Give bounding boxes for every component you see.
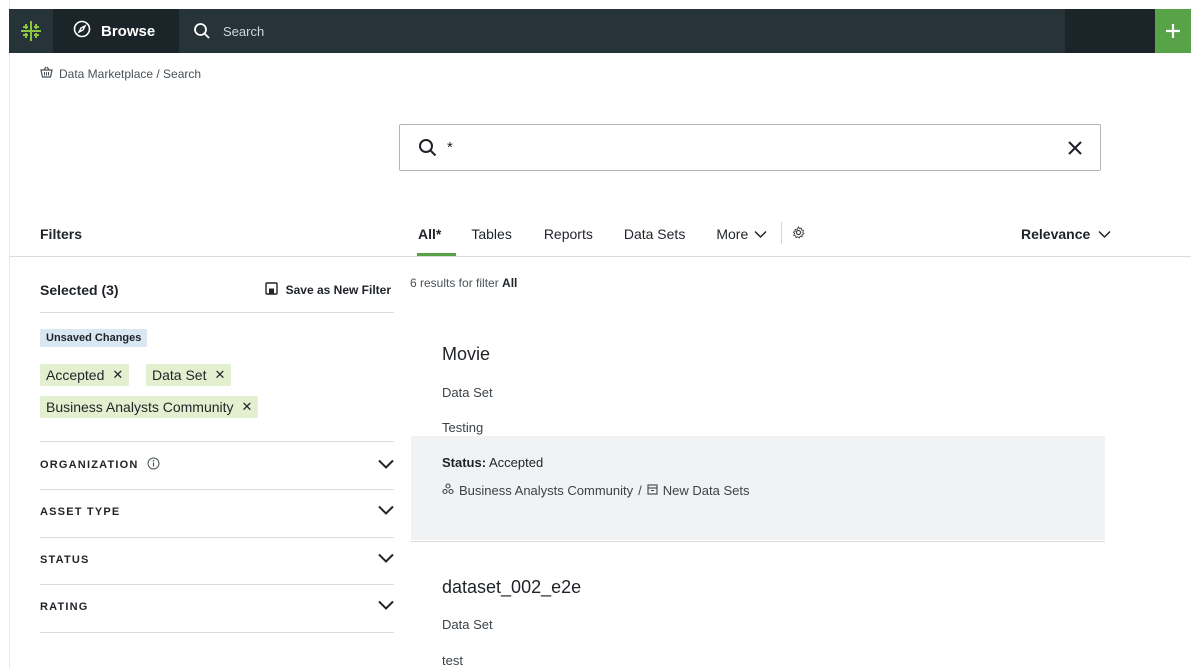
facet-status-label: STATUS (40, 553, 90, 566)
gear-icon[interactable] (792, 224, 805, 256)
facet-asset-type-label: ASSET TYPE (40, 505, 121, 518)
result-title[interactable]: Movie (442, 344, 490, 365)
sort-dropdown[interactable]: Relevance (1021, 226, 1111, 242)
tab-more-label: More (716, 226, 749, 242)
path-separator: / (638, 483, 642, 498)
divider (40, 537, 394, 538)
filter-chip-accepted[interactable]: Accepted ✕ (40, 364, 130, 386)
asset-tabs: All* Tables Reports Data Sets More (416, 222, 805, 256)
status-label: Status: (442, 455, 487, 470)
close-icon[interactable]: ✕ (214, 367, 225, 383)
tab-tables-label: Tables (471, 226, 512, 242)
divider (40, 632, 394, 633)
tab-all-label: All* (418, 226, 442, 242)
tab-reports[interactable]: Reports (544, 224, 593, 256)
chip-label: Business Analysts Community (46, 399, 234, 415)
result-path: Business Analysts Community / New Data S… (442, 483, 749, 498)
selected-filters-header: Selected (3) Save as New Filter (40, 282, 391, 298)
tab-data-sets[interactable]: Data Sets (624, 224, 685, 256)
chevron-down-icon (378, 459, 394, 472)
divider (40, 441, 394, 442)
domain-link[interactable]: New Data Sets (663, 483, 750, 498)
community-icon (442, 483, 454, 498)
divider (40, 584, 394, 585)
search-icon (418, 138, 437, 157)
global-search-placeholder: Search (223, 23, 265, 39)
result-count: 6 results for filter All (410, 276, 517, 290)
chevron-down-icon (754, 226, 767, 242)
breadcrumb[interactable]: Data Marketplace / Search (40, 66, 201, 81)
result-card[interactable]: dataset_002_e2e Data Set test (411, 564, 1105, 668)
result-count-filter: All (502, 276, 518, 290)
browse-label: Browse (101, 22, 156, 40)
result-meta-panel: Status: Accepted Business Analysts Commu… (411, 436, 1105, 540)
global-search-input[interactable]: Search (179, 9, 1065, 53)
facet-rating-label: RATING (40, 600, 89, 613)
result-card[interactable]: Movie Data Set Testing Status: Accepted … (411, 330, 1105, 541)
community-link[interactable]: Business Analysts Community (459, 483, 633, 498)
result-status: Status: Accepted (442, 455, 543, 470)
tab-more[interactable]: More (716, 224, 767, 256)
close-icon[interactable]: ✕ (112, 367, 123, 383)
result-type: Data Set (442, 617, 493, 632)
chevron-down-icon (378, 553, 394, 566)
search-icon (193, 22, 211, 40)
filter-chip-data-set[interactable]: Data Set ✕ (146, 364, 232, 386)
tab-divider (781, 222, 783, 244)
user-menu-area[interactable] (1065, 9, 1155, 53)
chevron-down-icon (378, 600, 394, 613)
save-icon (264, 282, 278, 298)
facet-asset-type[interactable]: ASSET TYPE (40, 505, 394, 518)
browse-button[interactable]: Browse (53, 9, 179, 53)
result-title[interactable]: dataset_002_e2e (442, 577, 581, 598)
snowflake-logo-icon[interactable] (9, 9, 53, 53)
divider (40, 489, 394, 490)
save-as-new-filter-button[interactable]: Save as New Filter (264, 282, 391, 298)
result-count-text: 6 results for filter (410, 276, 499, 290)
window-left-edge (0, 0, 10, 668)
result-description: Testing (442, 420, 484, 435)
info-icon[interactable] (147, 457, 160, 473)
filter-chip-business-analysts-community[interactable]: Business Analysts Community ✕ (40, 396, 259, 418)
tab-tables[interactable]: Tables (471, 224, 511, 256)
main-search-input[interactable]: * (399, 124, 1101, 171)
breadcrumb-text: Data Marketplace / Search (59, 66, 202, 81)
result-divider (411, 541, 1105, 542)
facet-organization-label: ORGANIZATION (40, 459, 139, 471)
header-divider (9, 256, 1191, 257)
search-query-value[interactable]: * (447, 139, 1068, 156)
clear-search-icon[interactable] (1068, 140, 1082, 155)
compass-icon (73, 20, 91, 42)
tab-data-sets-label: Data Sets (623, 226, 686, 242)
facet-status[interactable]: STATUS (40, 553, 394, 566)
top-nav-bar: Browse Search (9, 9, 1191, 53)
chip-label: Accepted (46, 367, 105, 383)
status-value: Accepted (488, 455, 544, 470)
result-description: test (442, 653, 463, 668)
tab-reports-label: Reports (543, 226, 593, 242)
facet-rating[interactable]: RATING (40, 600, 394, 613)
divider (40, 312, 394, 313)
filters-title: Filters (40, 226, 83, 242)
add-button[interactable] (1155, 9, 1191, 53)
chevron-down-icon (1098, 226, 1111, 242)
save-as-new-filter-label: Save as New Filter (285, 283, 391, 297)
chip-label: Data Set (152, 367, 207, 383)
close-icon[interactable]: ✕ (242, 399, 253, 415)
sort-label: Relevance (1021, 226, 1091, 242)
result-type: Data Set (442, 385, 493, 400)
tab-all[interactable]: All* (416, 224, 457, 256)
selected-count: Selected (3) (40, 282, 119, 298)
domain-icon (647, 483, 658, 498)
basket-icon (40, 66, 53, 81)
chevron-down-icon (378, 505, 394, 518)
unsaved-changes-badge: Unsaved Changes (40, 329, 148, 347)
facet-organization[interactable]: ORGANIZATION (40, 457, 394, 473)
plus-icon (1166, 24, 1180, 38)
